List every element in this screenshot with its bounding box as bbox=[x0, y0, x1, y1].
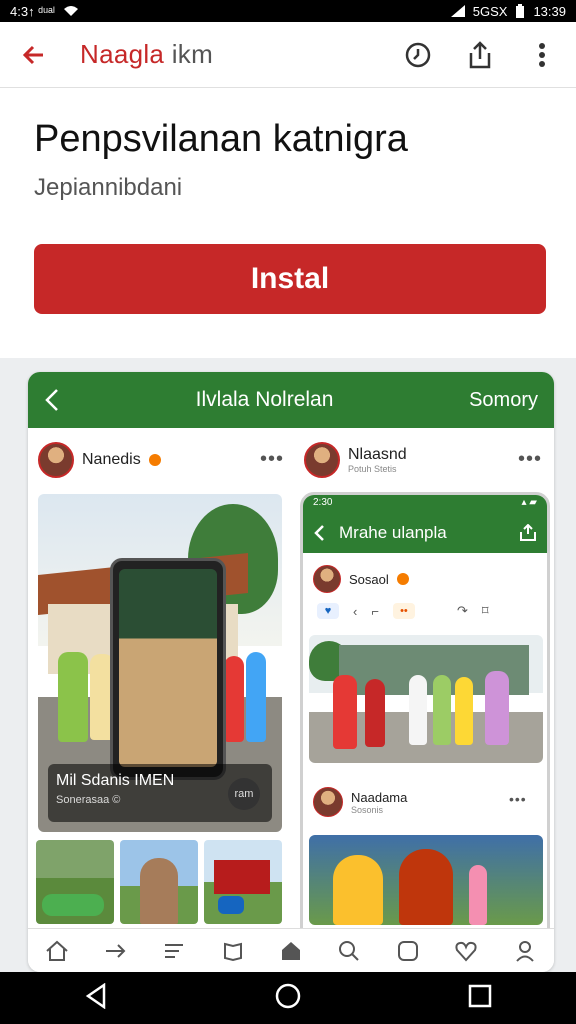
system-recents-icon[interactable] bbox=[468, 984, 492, 1013]
share-arrow-icon: ↷ bbox=[456, 603, 468, 618]
app-header: Penpsvilanan katnigra Jepiannibdani Inst… bbox=[0, 88, 576, 358]
thumbnail-row bbox=[36, 840, 282, 924]
inner-post2-header: Naadama Sosonis bbox=[313, 787, 407, 817]
chevron-left-icon bbox=[314, 525, 324, 541]
verified-badge-icon bbox=[396, 573, 409, 585]
status-time: 13:39 bbox=[533, 3, 566, 19]
avatar bbox=[38, 442, 74, 478]
verified-badge-icon bbox=[148, 454, 161, 466]
share-icon[interactable] bbox=[462, 37, 498, 73]
install-button[interactable]: Instal bbox=[34, 244, 546, 314]
tag-icon: ⌐ bbox=[371, 603, 379, 619]
preview-toolbar: Ilvlala Nolrelan Somory bbox=[28, 372, 554, 428]
preview-title: Ilvlala Nolrelan bbox=[195, 388, 334, 411]
status-left-text: 4:3↑ ᵈᵘᵃˡ bbox=[10, 3, 55, 19]
reaction-row: ♥ ‹ ⌐ •• ↷ ⌑ bbox=[317, 603, 489, 619]
reply-icon: ‹ bbox=[353, 603, 358, 619]
profile-icon bbox=[510, 936, 540, 966]
photo-caption: Mil Sdanis IMEN Sonerasaa © ram bbox=[48, 764, 272, 822]
badge-icon bbox=[393, 936, 423, 966]
post-author: Nanedis bbox=[82, 451, 141, 468]
app-bar-title-main: Naagla bbox=[80, 39, 165, 69]
bookmark-icon: ⌑ bbox=[481, 603, 489, 618]
app-name: Penpsvilanan katnigra bbox=[34, 118, 408, 160]
list-icon bbox=[159, 936, 189, 966]
export-icon bbox=[520, 524, 536, 541]
more-horiz-icon: ••• bbox=[518, 448, 543, 470]
avatar bbox=[313, 787, 343, 817]
top-app-bar: Naagla ikm bbox=[0, 22, 576, 88]
screenshot-preview[interactable]: Ilvlala Nolrelan Somory Nanedis ••• Mil … bbox=[28, 372, 554, 972]
phone-mockup bbox=[110, 558, 226, 780]
inner-post-author: Sosaol bbox=[349, 571, 389, 587]
thumbnail bbox=[36, 840, 114, 924]
system-nav-bar bbox=[0, 972, 576, 1024]
app-bar-title: Naagla ikm bbox=[80, 39, 213, 70]
app-bar-title-suffix: ikm bbox=[164, 39, 214, 69]
inner-post2-photo bbox=[309, 835, 543, 925]
inner-phone-screenshot: 2:30 ▴ ▰ Mrahe ulanpla Sosaol ♥ ‹ ⌐ •• ↷ … bbox=[300, 492, 550, 972]
more-horiz-icon: ••• bbox=[260, 448, 285, 470]
inner-post-header: Sosaol bbox=[313, 565, 409, 593]
avatar bbox=[304, 442, 340, 478]
history-icon[interactable] bbox=[400, 37, 436, 73]
post-header: Nlaasnd Potuh Stetis bbox=[304, 442, 407, 478]
inner-post2-meta: Sosonis bbox=[351, 804, 384, 815]
preview-bottom-nav bbox=[28, 928, 554, 972]
book-icon bbox=[218, 936, 248, 966]
caption-button: ram bbox=[228, 778, 260, 810]
post-author: Nlaasnd bbox=[348, 446, 407, 463]
chevron-left-icon bbox=[45, 389, 58, 411]
network-label: 5GSX bbox=[472, 3, 508, 19]
inner-post-photo bbox=[309, 635, 543, 763]
battery-icon bbox=[516, 4, 525, 18]
developer-name[interactable]: Jepiannibdani bbox=[34, 174, 182, 202]
thumbnail bbox=[120, 840, 198, 924]
preview-right-label: Somory bbox=[469, 388, 538, 411]
like-icon: ♥ bbox=[317, 603, 339, 619]
thumbnail bbox=[204, 840, 282, 924]
signal-icon bbox=[450, 5, 465, 17]
search-icon bbox=[334, 936, 364, 966]
inner-status-time: 2:30 bbox=[313, 497, 333, 508]
more-horiz-icon: ••• bbox=[509, 791, 527, 807]
more-vert-icon[interactable] bbox=[524, 37, 560, 73]
post-header: Nanedis bbox=[38, 442, 161, 478]
emoji-icon: •• bbox=[392, 603, 415, 619]
wifi-icon bbox=[63, 6, 78, 16]
inner-status-bar: 2:30 ▴ ▰ bbox=[303, 495, 547, 513]
post-photo: Mil Sdanis IMEN Sonerasaa © ram bbox=[38, 494, 282, 832]
status-bar: 4:3↑ ᵈᵘᵃˡ 5GSX 13:39 bbox=[0, 0, 576, 22]
post-meta: Potuh Stetis bbox=[348, 464, 397, 474]
home-icon bbox=[42, 936, 72, 966]
system-home-icon[interactable] bbox=[275, 983, 301, 1014]
inner-post2-author: Naadama bbox=[351, 789, 408, 805]
avatar bbox=[313, 565, 341, 593]
inner-title: Mrahe ulanpla bbox=[339, 523, 447, 542]
inner-toolbar: Mrahe ulanpla bbox=[303, 513, 547, 553]
home-filled-icon bbox=[276, 936, 306, 966]
back-arrow-icon[interactable] bbox=[16, 37, 52, 73]
system-back-icon[interactable] bbox=[84, 982, 108, 1014]
arrow-right-icon bbox=[101, 936, 131, 966]
heart-icon bbox=[451, 936, 481, 966]
